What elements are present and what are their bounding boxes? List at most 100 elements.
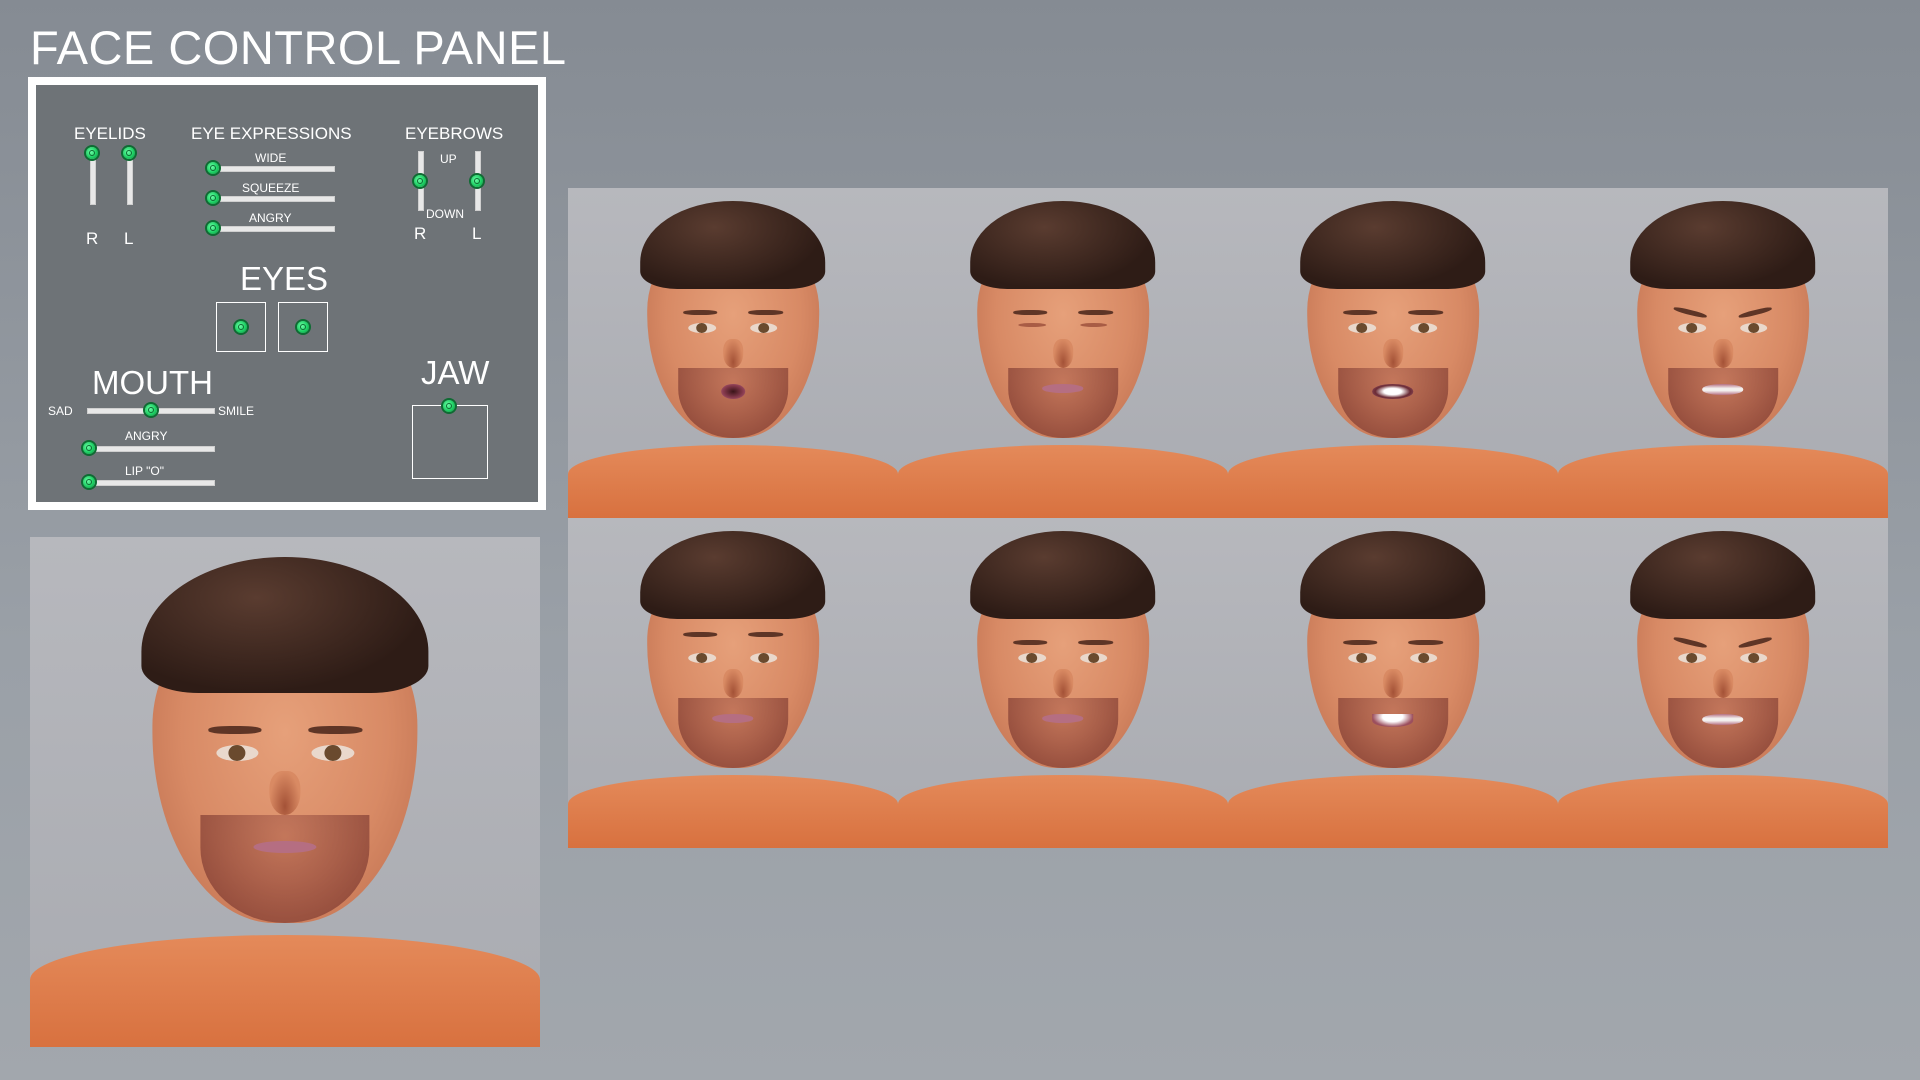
nose: [1052, 669, 1074, 698]
right-eye: [311, 745, 354, 762]
eye-angry-label: ANGRY: [249, 211, 292, 225]
lip-o-handle[interactable]: [83, 476, 95, 488]
squeeze-label: SQUEEZE: [242, 181, 300, 195]
eyebrow-l-handle[interactable]: [471, 175, 483, 187]
mouth: [1702, 384, 1744, 395]
right-eye: [1410, 652, 1438, 663]
hair: [1630, 201, 1816, 289]
jaw-pad[interactable]: [412, 405, 488, 479]
right-eye: [1080, 652, 1108, 663]
right-eyebrow: [1078, 640, 1113, 646]
lip-o-label: LIP "O": [125, 464, 164, 478]
expression-render: [568, 518, 898, 848]
eyebrow-r-handle[interactable]: [414, 175, 426, 187]
right-eyebrow: [1408, 640, 1443, 646]
wide-handle[interactable]: [207, 162, 219, 174]
nose: [1382, 669, 1404, 698]
right-eyebrow: [1738, 636, 1773, 650]
left-eye: [1018, 322, 1046, 327]
head: [1630, 531, 1816, 788]
left-eye: [1678, 652, 1706, 663]
mouth-label: MOUTH: [92, 364, 213, 401]
nose: [722, 339, 744, 368]
expression-render: [898, 518, 1228, 848]
left-eyebrow: [1013, 640, 1048, 646]
left-eyebrow: [683, 632, 718, 638]
beard: [1668, 697, 1778, 768]
right-eyebrow: [308, 726, 362, 734]
left-eyebrow: [1673, 306, 1708, 320]
hair: [141, 557, 429, 693]
mouth: [1372, 714, 1414, 727]
mouth-angry-handle[interactable]: [83, 442, 95, 454]
left-eye: [688, 652, 716, 663]
face-control-panel: EYELIDS R L EYE EXPRESSIONS WIDE SQUEEZE…: [28, 77, 546, 510]
wide-label: WIDE: [255, 151, 287, 165]
mouth-angry-label: ANGRY: [125, 429, 168, 443]
eyebrows-up-label: UP: [440, 152, 457, 166]
sad-label: SAD: [48, 404, 73, 418]
left-eye: [1348, 652, 1376, 663]
left-eye: [1348, 322, 1376, 333]
jaw-label: JAW: [421, 354, 490, 391]
jaw-handle[interactable]: [443, 400, 455, 412]
beard: [1668, 367, 1778, 438]
left-eyebrow: [1013, 310, 1048, 316]
eye-angry-slider[interactable]: [211, 226, 335, 232]
left-eyebrow: [1343, 640, 1378, 646]
head: [1630, 201, 1816, 458]
left-eyebrow: [208, 726, 262, 734]
hair: [970, 531, 1156, 619]
beard: [200, 815, 370, 924]
eyelid-r-label: R: [86, 229, 99, 248]
beard: [1338, 697, 1448, 768]
expression-render: [1558, 518, 1888, 848]
eyebrow-l-label: L: [472, 224, 482, 243]
expression-render: [1228, 518, 1558, 848]
eyebrows-label: EYEBROWS: [405, 124, 504, 143]
beard: [678, 697, 788, 768]
mouth: [1372, 384, 1414, 399]
right-eyebrow: [748, 632, 783, 638]
mouth: [1702, 714, 1744, 725]
eye-l-handle[interactable]: [297, 321, 309, 333]
mouth-angry-slider[interactable]: [87, 446, 215, 452]
expression-render: [898, 188, 1228, 518]
left-eyebrow: [683, 310, 718, 316]
lip-o-slider[interactable]: [87, 480, 215, 486]
eyes-label: EYES: [240, 260, 329, 297]
eyelid-r-handle[interactable]: [86, 147, 98, 159]
head: [141, 557, 429, 955]
hair: [640, 201, 826, 289]
expression-render: [1228, 188, 1558, 518]
squeeze-slider[interactable]: [211, 196, 335, 202]
beard: [1338, 367, 1448, 438]
beard: [1008, 367, 1118, 438]
eyebrows-down-label: DOWN: [426, 207, 464, 221]
sad-smile-handle[interactable]: [145, 404, 157, 416]
squeeze-handle[interactable]: [207, 192, 219, 204]
left-eye: [1678, 322, 1706, 333]
hair: [640, 531, 826, 619]
hair: [1300, 201, 1486, 289]
smile-label: SMILE: [218, 404, 255, 418]
wide-slider[interactable]: [211, 166, 335, 172]
eyelid-l-handle[interactable]: [123, 147, 135, 159]
left-eye: [688, 322, 716, 333]
eye-r-handle[interactable]: [235, 321, 247, 333]
expression-render: [1558, 188, 1888, 518]
right-eye: [1740, 322, 1768, 333]
hair: [1630, 531, 1816, 619]
hair: [1300, 531, 1486, 619]
eyelids-label: EYELIDS: [74, 124, 146, 143]
nose: [269, 770, 301, 816]
left-eyebrow: [1343, 310, 1378, 316]
left-eye: [1018, 652, 1046, 663]
beard: [678, 367, 788, 438]
nose: [1382, 339, 1404, 368]
eye-angry-handle[interactable]: [207, 222, 219, 234]
right-eye: [750, 652, 778, 663]
head: [1300, 531, 1486, 788]
eyebrow-r-label: R: [414, 224, 427, 243]
expression-render: [568, 188, 898, 518]
